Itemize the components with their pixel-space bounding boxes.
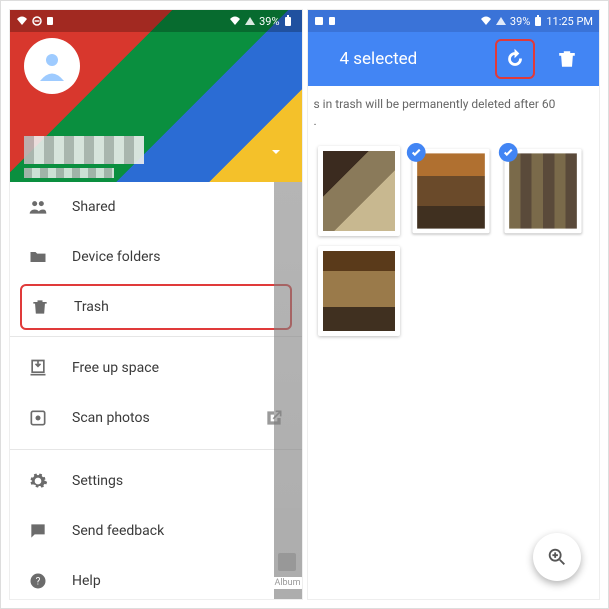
sidebar-item-label: Settings bbox=[72, 473, 123, 489]
card-icon bbox=[46, 16, 54, 26]
sidebar-item-scan-photos[interactable]: Scan photos bbox=[10, 393, 302, 443]
status-time: 11:25 PM bbox=[546, 15, 593, 28]
sidebar-item-help[interactable]: ? Help bbox=[10, 556, 302, 600]
photo-image bbox=[323, 251, 395, 331]
sidebar-item-label: Trash bbox=[74, 299, 109, 315]
trash-retention-notice: s in trash will be permanently deleted a… bbox=[308, 86, 600, 132]
photo-thumbnail[interactable] bbox=[318, 246, 400, 336]
zoom-fab[interactable] bbox=[533, 533, 581, 581]
wifi-icon bbox=[480, 16, 492, 26]
sidebar-item-trash[interactable]: Trash bbox=[20, 284, 292, 330]
trash-icon bbox=[556, 48, 578, 70]
image-icon bbox=[314, 16, 324, 26]
magnify-plus-icon bbox=[546, 546, 568, 568]
check-icon bbox=[410, 146, 421, 157]
photo-image bbox=[417, 153, 485, 228]
trash-thumbnail-grid bbox=[308, 132, 600, 350]
photo-thumbnail[interactable] bbox=[412, 148, 489, 233]
battery-icon bbox=[534, 15, 542, 27]
restore-icon bbox=[504, 48, 526, 70]
sidebar-item-free-up-space[interactable]: Free up space bbox=[10, 343, 302, 393]
status-bar-right: 39% 11:25 PM bbox=[308, 10, 600, 32]
delete-forever-button[interactable] bbox=[547, 39, 587, 79]
check-icon bbox=[502, 146, 513, 157]
gear-icon bbox=[28, 471, 48, 491]
people-icon bbox=[28, 197, 48, 217]
sidebar-item-label: Send feedback bbox=[72, 523, 164, 539]
free-up-space-icon bbox=[28, 358, 48, 378]
card-icon bbox=[328, 16, 336, 26]
sidebar-item-shared[interactable]: Shared bbox=[10, 182, 302, 232]
sidebar-item-label: Help bbox=[72, 573, 101, 589]
battery-pct: 39% bbox=[510, 15, 530, 28]
status-bar-left: 39% bbox=[10, 10, 302, 32]
photo-image bbox=[323, 151, 395, 231]
left-screenshot: 39% Album Shared Device f bbox=[9, 9, 303, 600]
sidebar-item-label: Device folders bbox=[72, 249, 160, 265]
avatar[interactable] bbox=[24, 38, 80, 94]
feedback-icon bbox=[28, 521, 48, 541]
svg-text:?: ? bbox=[36, 576, 41, 587]
account-email-redacted bbox=[24, 168, 114, 178]
photo-thumbnail[interactable] bbox=[504, 148, 581, 233]
divider bbox=[10, 336, 302, 337]
nav-drawer-menu: Shared Device folders Trash Free up spac… bbox=[10, 182, 302, 600]
selection-check bbox=[406, 143, 425, 162]
account-switcher[interactable] bbox=[270, 143, 282, 162]
photo-image bbox=[509, 153, 577, 228]
battery-pct: 39% bbox=[259, 15, 279, 28]
right-screenshot: 39% 11:25 PM 4 selected s in trash will … bbox=[307, 9, 601, 600]
scan-icon bbox=[28, 408, 48, 428]
divider bbox=[10, 449, 302, 450]
account-name-redacted bbox=[24, 136, 144, 164]
help-icon: ? bbox=[28, 571, 48, 591]
wifi-icon bbox=[16, 15, 28, 27]
chevron-down-icon bbox=[270, 146, 282, 158]
folder-icon bbox=[28, 247, 48, 267]
notice-line: s in trash will be permanently deleted a… bbox=[314, 96, 590, 113]
selection-count-title: 4 selected bbox=[320, 49, 484, 69]
sidebar-item-label: Free up space bbox=[72, 360, 159, 376]
restore-button[interactable] bbox=[495, 39, 535, 79]
sidebar-item-label: Shared bbox=[72, 199, 116, 215]
signal-icon bbox=[245, 17, 255, 25]
selection-check bbox=[498, 143, 517, 162]
albums-icon bbox=[278, 553, 296, 571]
wifi-icon bbox=[229, 16, 241, 26]
trash-icon bbox=[30, 297, 50, 317]
sidebar-item-settings[interactable]: Settings bbox=[10, 456, 302, 506]
battery-icon bbox=[284, 15, 292, 27]
drawer-header bbox=[10, 10, 302, 182]
photo-thumbnail[interactable] bbox=[318, 146, 400, 236]
sidebar-item-send-feedback[interactable]: Send feedback bbox=[10, 506, 302, 556]
signal-icon bbox=[496, 17, 506, 25]
do-not-disturb-icon bbox=[32, 16, 42, 26]
sidebar-item-label: Scan photos bbox=[72, 410, 150, 426]
selection-app-bar: 4 selected bbox=[308, 32, 600, 86]
notice-line: . bbox=[314, 113, 590, 130]
person-icon bbox=[34, 48, 70, 84]
sidebar-item-device-folders[interactable]: Device folders bbox=[10, 232, 302, 282]
albums-tab-label: Album bbox=[272, 577, 303, 589]
